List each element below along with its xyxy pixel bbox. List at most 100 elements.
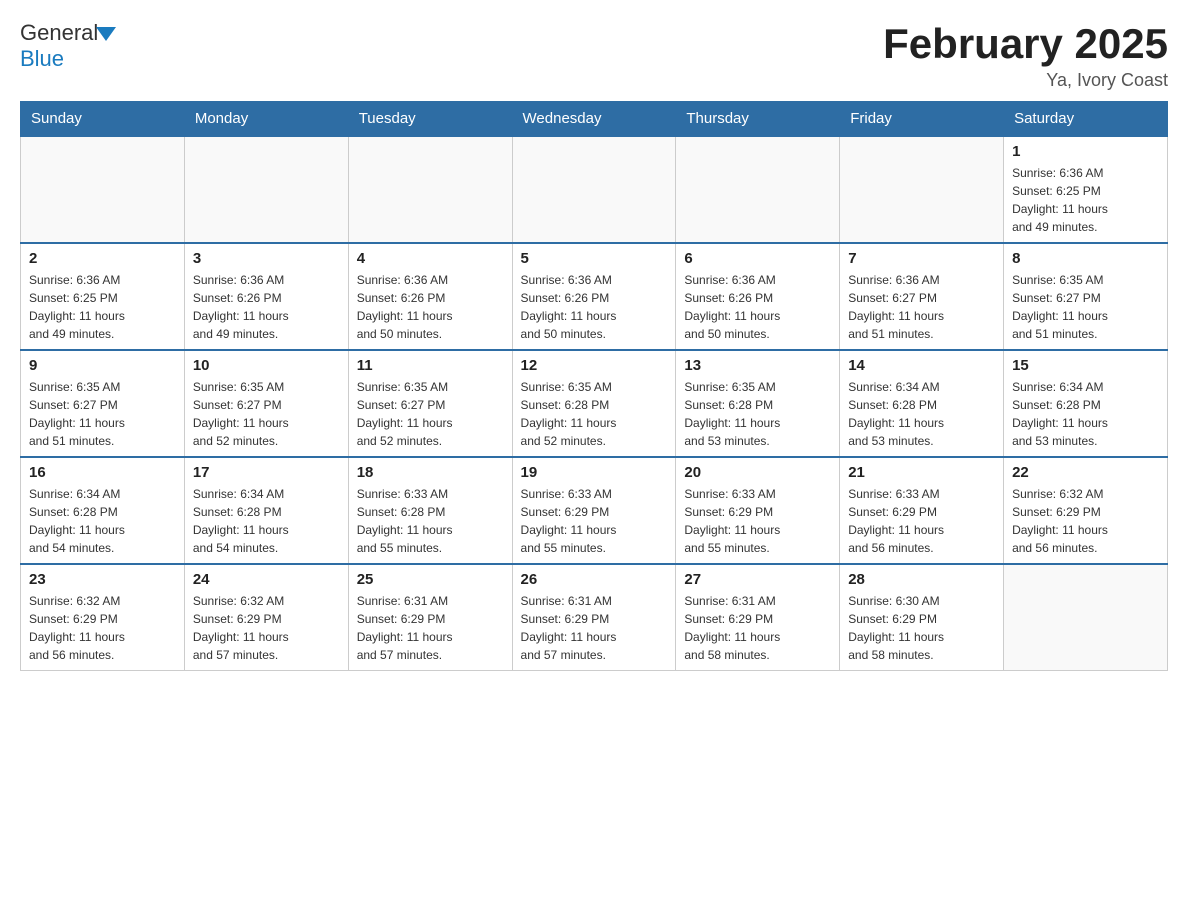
day-number: 9: [29, 357, 176, 374]
day-number: 4: [357, 250, 504, 267]
day-number: 26: [521, 571, 668, 588]
day-number: 2: [29, 250, 176, 267]
calendar-cell: 15 Sunrise: 6:34 AM Sunset: 6:28 PM Dayli…: [1004, 350, 1168, 457]
calendar-cell: 13 Sunrise: 6:35 AM Sunset: 6:28 PM Dayli…: [676, 350, 840, 457]
calendar-cell: 26 Sunrise: 6:31 AM Sunset: 6:29 PM Dayli…: [512, 564, 676, 671]
calendar-cell: 1 Sunrise: 6:36 AM Sunset: 6:25 PM Daylig…: [1004, 136, 1168, 243]
day-info: Sunrise: 6:35 AM Sunset: 6:27 PM Dayligh…: [357, 378, 504, 450]
calendar-cell: 8 Sunrise: 6:35 AM Sunset: 6:27 PM Daylig…: [1004, 243, 1168, 350]
day-info: Sunrise: 6:36 AM Sunset: 6:26 PM Dayligh…: [684, 271, 831, 343]
day-number: 21: [848, 464, 995, 481]
calendar-cell: [1004, 564, 1168, 671]
day-info: Sunrise: 6:35 AM Sunset: 6:27 PM Dayligh…: [193, 378, 340, 450]
day-info: Sunrise: 6:35 AM Sunset: 6:28 PM Dayligh…: [521, 378, 668, 450]
day-info: Sunrise: 6:32 AM Sunset: 6:29 PM Dayligh…: [29, 592, 176, 664]
location-title: Ya, Ivory Coast: [883, 70, 1168, 91]
day-number: 14: [848, 357, 995, 374]
month-title: February 2025: [883, 20, 1168, 68]
logo-blue-text: Blue: [20, 46, 116, 72]
day-header-saturday: Saturday: [1004, 102, 1168, 137]
calendar-cell: 28 Sunrise: 6:30 AM Sunset: 6:29 PM Dayli…: [840, 564, 1004, 671]
calendar-week-row: 9 Sunrise: 6:35 AM Sunset: 6:27 PM Daylig…: [21, 350, 1168, 457]
page-header: General Blue February 2025 Ya, Ivory Coa…: [20, 20, 1168, 91]
calendar-cell: [676, 136, 840, 243]
day-info: Sunrise: 6:35 AM Sunset: 6:27 PM Dayligh…: [1012, 271, 1159, 343]
day-info: Sunrise: 6:34 AM Sunset: 6:28 PM Dayligh…: [29, 485, 176, 557]
day-number: 27: [684, 571, 831, 588]
day-number: 28: [848, 571, 995, 588]
day-info: Sunrise: 6:34 AM Sunset: 6:28 PM Dayligh…: [848, 378, 995, 450]
day-header-thursday: Thursday: [676, 102, 840, 137]
day-info: Sunrise: 6:36 AM Sunset: 6:25 PM Dayligh…: [29, 271, 176, 343]
calendar-cell: 25 Sunrise: 6:31 AM Sunset: 6:29 PM Dayli…: [348, 564, 512, 671]
day-header-sunday: Sunday: [21, 102, 185, 137]
day-number: 8: [1012, 250, 1159, 267]
calendar-cell: 18 Sunrise: 6:33 AM Sunset: 6:28 PM Dayli…: [348, 457, 512, 564]
day-info: Sunrise: 6:33 AM Sunset: 6:29 PM Dayligh…: [521, 485, 668, 557]
day-info: Sunrise: 6:33 AM Sunset: 6:28 PM Dayligh…: [357, 485, 504, 557]
calendar-cell: 10 Sunrise: 6:35 AM Sunset: 6:27 PM Dayli…: [184, 350, 348, 457]
day-number: 19: [521, 464, 668, 481]
day-number: 18: [357, 464, 504, 481]
day-info: Sunrise: 6:36 AM Sunset: 6:26 PM Dayligh…: [193, 271, 340, 343]
day-info: Sunrise: 6:31 AM Sunset: 6:29 PM Dayligh…: [684, 592, 831, 664]
calendar-week-row: 2 Sunrise: 6:36 AM Sunset: 6:25 PM Daylig…: [21, 243, 1168, 350]
calendar-cell: 21 Sunrise: 6:33 AM Sunset: 6:29 PM Dayli…: [840, 457, 1004, 564]
day-info: Sunrise: 6:32 AM Sunset: 6:29 PM Dayligh…: [1012, 485, 1159, 557]
day-info: Sunrise: 6:34 AM Sunset: 6:28 PM Dayligh…: [1012, 378, 1159, 450]
day-number: 17: [193, 464, 340, 481]
calendar-cell: 22 Sunrise: 6:32 AM Sunset: 6:29 PM Dayli…: [1004, 457, 1168, 564]
day-number: 10: [193, 357, 340, 374]
day-info: Sunrise: 6:32 AM Sunset: 6:29 PM Dayligh…: [193, 592, 340, 664]
day-number: 22: [1012, 464, 1159, 481]
day-info: Sunrise: 6:36 AM Sunset: 6:27 PM Dayligh…: [848, 271, 995, 343]
calendar-header-row: SundayMondayTuesdayWednesdayThursdayFrid…: [21, 102, 1168, 137]
day-info: Sunrise: 6:36 AM Sunset: 6:26 PM Dayligh…: [521, 271, 668, 343]
day-number: 1: [1012, 143, 1159, 160]
calendar-cell: 17 Sunrise: 6:34 AM Sunset: 6:28 PM Dayli…: [184, 457, 348, 564]
calendar-table: SundayMondayTuesdayWednesdayThursdayFrid…: [20, 101, 1168, 671]
calendar-cell: 6 Sunrise: 6:36 AM Sunset: 6:26 PM Daylig…: [676, 243, 840, 350]
calendar-cell: [348, 136, 512, 243]
calendar-cell: [184, 136, 348, 243]
day-number: 3: [193, 250, 340, 267]
day-number: 11: [357, 357, 504, 374]
day-header-tuesday: Tuesday: [348, 102, 512, 137]
calendar-cell: 23 Sunrise: 6:32 AM Sunset: 6:29 PM Dayli…: [21, 564, 185, 671]
calendar-cell: 24 Sunrise: 6:32 AM Sunset: 6:29 PM Dayli…: [184, 564, 348, 671]
calendar-cell: 11 Sunrise: 6:35 AM Sunset: 6:27 PM Dayli…: [348, 350, 512, 457]
day-info: Sunrise: 6:33 AM Sunset: 6:29 PM Dayligh…: [848, 485, 995, 557]
calendar-cell: 19 Sunrise: 6:33 AM Sunset: 6:29 PM Dayli…: [512, 457, 676, 564]
calendar-cell: 27 Sunrise: 6:31 AM Sunset: 6:29 PM Dayli…: [676, 564, 840, 671]
calendar-cell: 5 Sunrise: 6:36 AM Sunset: 6:26 PM Daylig…: [512, 243, 676, 350]
day-number: 5: [521, 250, 668, 267]
day-number: 15: [1012, 357, 1159, 374]
day-number: 13: [684, 357, 831, 374]
calendar-cell: 7 Sunrise: 6:36 AM Sunset: 6:27 PM Daylig…: [840, 243, 1004, 350]
logo-arrow-icon: [96, 27, 116, 41]
day-number: 16: [29, 464, 176, 481]
day-number: 24: [193, 571, 340, 588]
day-header-monday: Monday: [184, 102, 348, 137]
day-info: Sunrise: 6:36 AM Sunset: 6:25 PM Dayligh…: [1012, 164, 1159, 236]
calendar-cell: [21, 136, 185, 243]
calendar-cell: 14 Sunrise: 6:34 AM Sunset: 6:28 PM Dayli…: [840, 350, 1004, 457]
calendar-cell: 4Sunrise: 6:36 AM Sunset: 6:26 PM Daylig…: [348, 243, 512, 350]
logo-general-text: General: [20, 20, 98, 46]
day-info: Sunrise: 6:31 AM Sunset: 6:29 PM Dayligh…: [357, 592, 504, 664]
day-info: Sunrise: 6:30 AM Sunset: 6:29 PM Dayligh…: [848, 592, 995, 664]
day-info: Sunrise: 6:34 AM Sunset: 6:28 PM Dayligh…: [193, 485, 340, 557]
day-header-wednesday: Wednesday: [512, 102, 676, 137]
calendar-cell: 20Sunrise: 6:33 AM Sunset: 6:29 PM Dayli…: [676, 457, 840, 564]
day-number: 7: [848, 250, 995, 267]
day-info: Sunrise: 6:31 AM Sunset: 6:29 PM Dayligh…: [521, 592, 668, 664]
day-number: 6: [684, 250, 831, 267]
day-number: 25: [357, 571, 504, 588]
day-info: Sunrise: 6:35 AM Sunset: 6:28 PM Dayligh…: [684, 378, 831, 450]
day-number: 23: [29, 571, 176, 588]
calendar-cell: 16 Sunrise: 6:34 AM Sunset: 6:28 PM Dayli…: [21, 457, 185, 564]
calendar-cell: 3 Sunrise: 6:36 AM Sunset: 6:26 PM Daylig…: [184, 243, 348, 350]
calendar-week-row: 23 Sunrise: 6:32 AM Sunset: 6:29 PM Dayli…: [21, 564, 1168, 671]
calendar-cell: [840, 136, 1004, 243]
calendar-cell: [512, 136, 676, 243]
